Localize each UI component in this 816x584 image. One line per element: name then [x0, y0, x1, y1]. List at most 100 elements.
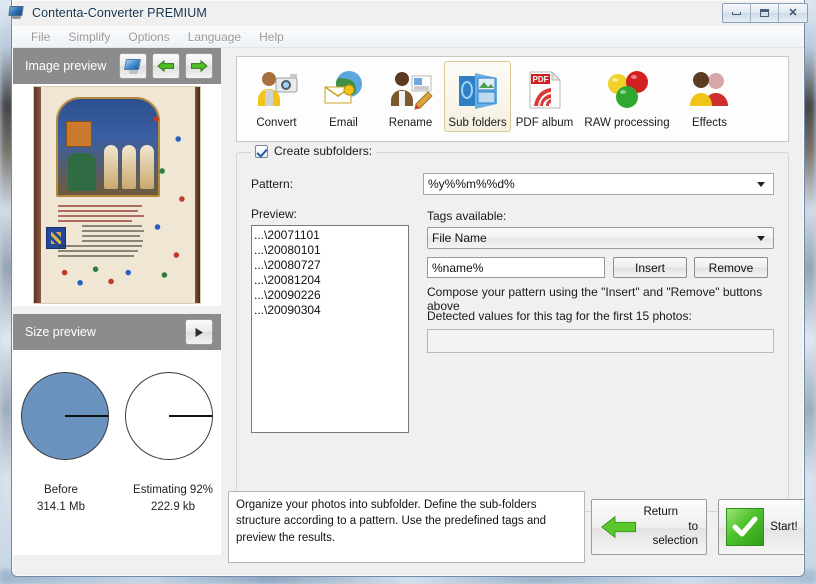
toolbar-item-rename[interactable]: Rename [377, 61, 444, 132]
start-button[interactable]: Start! [718, 499, 804, 555]
size-chart-labels: Before 314.1 Mb Estimating 92% 222.9 kb [13, 482, 221, 515]
pattern-value: %y%%m%%d% [428, 177, 515, 191]
toolbar-item-sub-folders[interactable]: Sub folders [444, 61, 511, 132]
preview-label: Preview: [251, 207, 298, 221]
toolbar-item-email[interactable]: Email [310, 61, 377, 132]
arrow-right-icon [191, 59, 208, 73]
insert-button[interactable]: Insert [613, 257, 687, 278]
start-button-label: Start! [770, 521, 798, 533]
after-label-group: Estimating 92% 222.9 kb [125, 482, 221, 515]
list-item[interactable]: ...\20090226 [254, 288, 408, 303]
remove-button[interactable]: Remove [694, 257, 768, 278]
after-label: Estimating 92% [133, 484, 213, 496]
toolbar-label-convert: Convert [256, 117, 297, 129]
previous-image-button[interactable] [152, 53, 180, 79]
menu-bar: File Simplify Options Language Help [12, 26, 804, 48]
return-button-line2: to selection [652, 520, 698, 548]
window-controls: ✕ [722, 3, 808, 23]
list-item[interactable]: ...\20071101 [254, 228, 408, 243]
arrow-left-icon [157, 59, 174, 73]
application-window: File Simplify Options Language Help Imag… [11, 0, 805, 577]
color-balls-icon [603, 65, 651, 115]
two-people-icon [687, 65, 733, 115]
preview-thumbnail [33, 86, 201, 304]
toolbar-label-rename: Rename [388, 117, 433, 129]
toolbar-item-pdf-album[interactable]: PDF PDF album [511, 61, 578, 132]
maximize-icon [760, 9, 769, 17]
toolbar-label-pdf-album: PDF album [515, 117, 574, 129]
list-item[interactable]: ...\20090304 [254, 303, 408, 318]
menu-item-file[interactable]: File [22, 28, 59, 46]
tags-available-label: Tags available: [427, 209, 507, 223]
list-item[interactable]: ...\20080727 [254, 258, 408, 273]
toolbar-item-convert[interactable]: Convert [243, 61, 310, 132]
list-item[interactable]: ...\20081204 [254, 273, 408, 288]
menu-item-help[interactable]: Help [250, 28, 293, 46]
toolbar-label-email: Email [329, 117, 358, 129]
tags-available-combobox[interactable]: File Name [427, 227, 774, 249]
create-subfolders-legend: Create subfolders: [251, 144, 377, 158]
pattern-label: Pattern: [251, 177, 294, 191]
arrow-left-icon [601, 515, 637, 539]
mode-toolbar: Convert Email Rename Sub folders PDF PDF… [236, 56, 789, 142]
detected-values-box [427, 329, 774, 353]
email-globe-icon [321, 65, 367, 115]
tag-input-value: %name% [432, 260, 484, 275]
pie-chart-after [125, 372, 213, 460]
size-preview-title: Size preview [25, 325, 96, 339]
toolbar-item-raw-processing[interactable]: RAW processing [578, 61, 676, 132]
svg-text:PDF: PDF [532, 75, 548, 84]
close-icon: ✕ [788, 6, 798, 19]
checkmark-icon [726, 508, 765, 546]
size-preview-header: Size preview [13, 314, 221, 350]
close-button[interactable]: ✕ [779, 4, 807, 22]
create-subfolders-label: Create subfolders: [274, 144, 373, 158]
toolbar-label-raw-processing: RAW processing [584, 117, 670, 129]
size-preview-body: Before 314.1 Mb Estimating 92% 222.9 kb [13, 350, 221, 555]
play-icon [195, 327, 203, 337]
next-image-button[interactable] [185, 53, 213, 79]
title-bar[interactable]: Contenta-Converter PREMIUM ✕ [0, 0, 816, 26]
person-pencil-icon [388, 65, 434, 115]
before-label: Before [44, 484, 78, 496]
image-preview-area[interactable] [13, 84, 221, 306]
pie-chart-before [21, 372, 109, 460]
create-subfolders-groupbox: Create subfolders: Pattern: %y%%m%%d% Pr… [236, 144, 789, 512]
main-content: Convert Email Rename Sub folders PDF PDF… [222, 48, 804, 575]
chevron-down-icon [757, 235, 765, 241]
fullscreen-preview-button[interactable] [119, 53, 147, 79]
tags-selected-value: File Name [432, 231, 487, 245]
toolbar-label-effects: Effects [692, 117, 727, 129]
before-value: 314.1 Mb [37, 500, 85, 513]
tag-input[interactable]: %name% [427, 257, 605, 278]
sidebar-divider [13, 306, 221, 314]
return-to-selection-button[interactable]: Return to selection [591, 499, 707, 555]
pattern-combobox[interactable]: %y%%m%%d% [423, 173, 774, 195]
menu-item-options[interactable]: Options [119, 28, 178, 46]
return-button-text: Return to selection [643, 505, 698, 550]
size-charts [13, 350, 221, 460]
left-sidebar: Image preview Size preview Before 314.1 … [13, 48, 221, 575]
chevron-down-icon [757, 181, 765, 187]
detected-values-label: Detected values for this tag for the fir… [427, 309, 692, 323]
minimize-button[interactable] [723, 4, 751, 22]
app-icon [8, 5, 26, 21]
image-preview-title: Image preview [25, 59, 107, 73]
image-preview-header: Image preview [13, 48, 221, 84]
toolbar-item-effects[interactable]: Effects [676, 61, 743, 132]
menu-item-simplify[interactable]: Simplify [59, 28, 119, 46]
size-preview-play-button[interactable] [185, 319, 213, 345]
folder-image-icon [455, 65, 501, 115]
pdf-document-icon: PDF [522, 65, 568, 115]
menu-item-language[interactable]: Language [179, 28, 250, 46]
after-value: 222.9 kb [150, 500, 196, 513]
monitor-icon [123, 58, 142, 74]
maximize-button[interactable] [751, 4, 779, 22]
minimize-icon [732, 11, 741, 15]
list-item[interactable]: ...\20080101 [254, 243, 408, 258]
toolbar-label-sub-folders: Sub folders [448, 117, 507, 129]
create-subfolders-checkbox[interactable] [255, 144, 268, 158]
person-camera-icon [254, 65, 300, 115]
preview-listbox[interactable]: ...\20071101 ...\20080101 ...\20080727 .… [251, 225, 409, 433]
before-label-group: Before 314.1 Mb [13, 482, 109, 515]
